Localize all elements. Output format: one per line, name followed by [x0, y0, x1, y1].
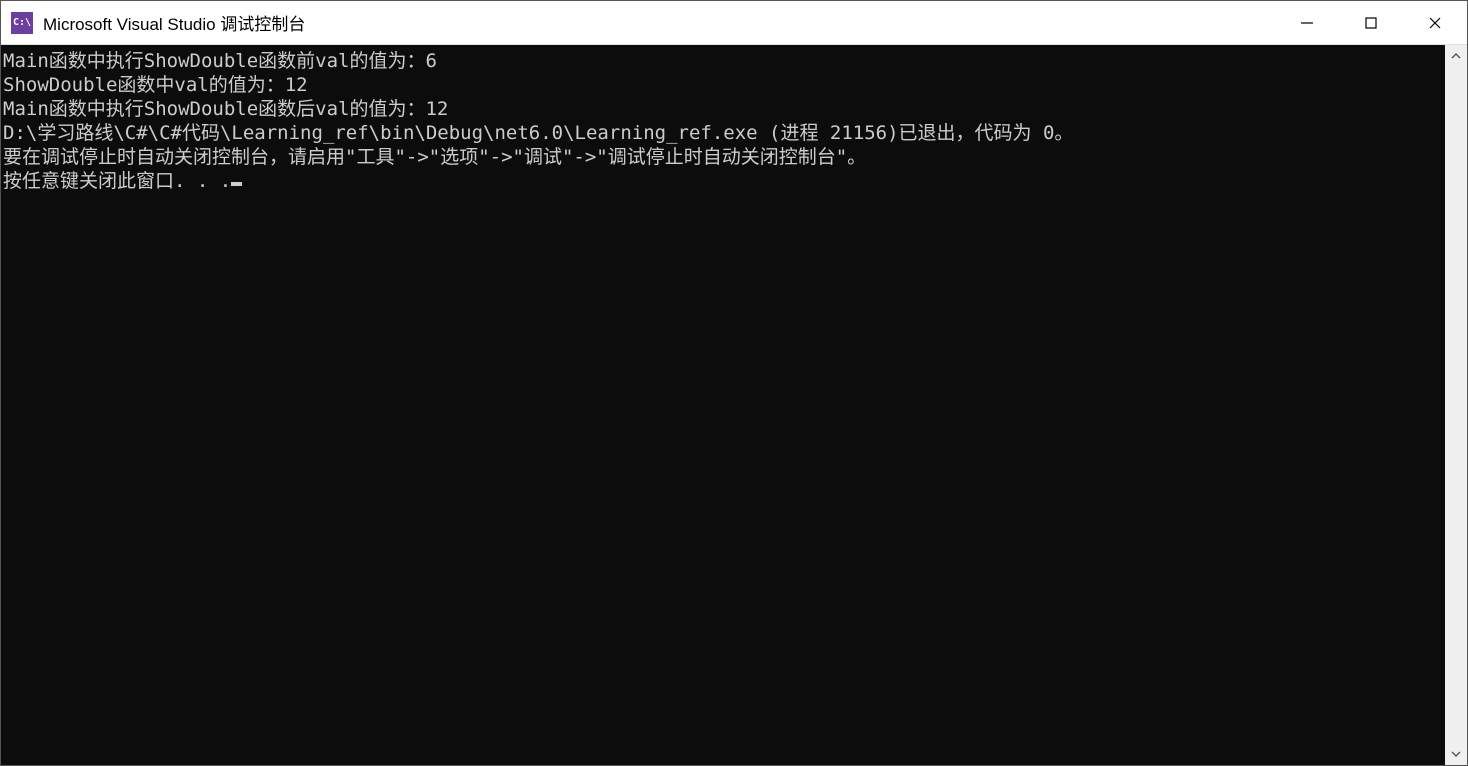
scroll-track[interactable] — [1445, 67, 1467, 743]
console-line: 按任意键关闭此窗口. . . — [3, 169, 1443, 193]
chevron-up-icon — [1451, 51, 1461, 61]
console-line: Main函数中执行ShowDouble函数前val的值为：6 — [3, 49, 1443, 73]
console-output[interactable]: Main函数中执行ShowDouble函数前val的值为：6ShowDouble… — [1, 45, 1445, 765]
app-icon: C:\ — [11, 12, 33, 34]
console-line: 要在调试停止时自动关闭控制台，请启用"工具"->"选项"->"调试"->"调试停… — [3, 145, 1443, 169]
app-icon-label: C:\ — [13, 17, 31, 28]
close-icon — [1428, 16, 1442, 30]
console-line: ShowDouble函数中val的值为：12 — [3, 73, 1443, 97]
titlebar[interactable]: C:\ Microsoft Visual Studio 调试控制台 — [1, 1, 1467, 45]
chevron-down-icon — [1451, 749, 1461, 759]
scroll-up-button[interactable] — [1445, 45, 1467, 67]
vertical-scrollbar[interactable] — [1445, 45, 1467, 765]
console-prompt-text: 按任意键关闭此窗口. . . — [3, 170, 231, 192]
maximize-icon — [1364, 16, 1378, 30]
minimize-icon — [1300, 16, 1314, 30]
window-controls — [1275, 1, 1467, 44]
minimize-button[interactable] — [1275, 1, 1339, 44]
scroll-down-button[interactable] — [1445, 743, 1467, 765]
window-title: Microsoft Visual Studio 调试控制台 — [43, 10, 1275, 35]
console-line: Main函数中执行ShowDouble函数后val的值为：12 — [3, 97, 1443, 121]
close-button[interactable] — [1403, 1, 1467, 44]
console-window: C:\ Microsoft Visual Studio 调试控制台 — [0, 0, 1468, 766]
cursor — [231, 182, 242, 186]
maximize-button[interactable] — [1339, 1, 1403, 44]
console-line: D:\学习路线\C#\C#代码\Learning_ref\bin\Debug\n… — [3, 121, 1443, 145]
console-area: Main函数中执行ShowDouble函数前val的值为：6ShowDouble… — [1, 45, 1467, 765]
